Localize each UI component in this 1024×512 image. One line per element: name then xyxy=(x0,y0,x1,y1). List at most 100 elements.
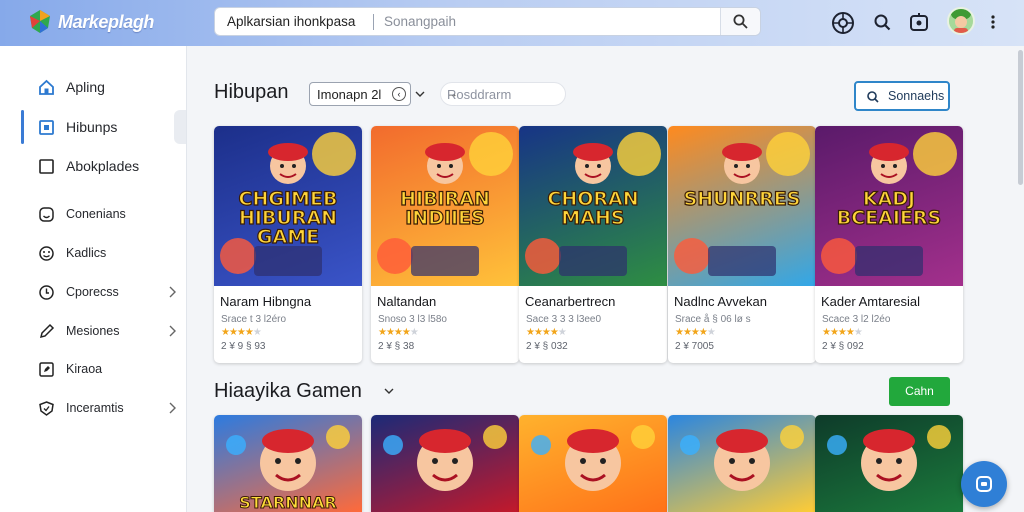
sort-dropdown-value: Imonapn 2l xyxy=(317,87,382,102)
sidebar-item-conenians[interactable]: Conenians xyxy=(0,197,187,231)
game-card[interactable]: CHGIMEB HIBURAN GAME Naram Hibngna Srace t… xyxy=(214,126,362,363)
sidebar-item-apling[interactable]: Apling xyxy=(0,70,187,104)
search-action-button[interactable]: Sonnaehs xyxy=(854,81,950,111)
notification-icon[interactable] xyxy=(906,10,932,36)
avatar[interactable] xyxy=(947,7,975,35)
square-box-icon xyxy=(39,120,54,135)
game-card[interactable] xyxy=(371,415,519,512)
game-card[interactable]: STARNNAR xyxy=(214,415,362,512)
game-subtitle: Srace t 3 l2éro xyxy=(221,314,287,325)
filter-input[interactable]: Rosddrarm → xyxy=(440,82,566,106)
search-divider xyxy=(373,14,374,30)
game-card[interactable] xyxy=(668,415,816,512)
game-art-title: STARNNAR xyxy=(239,493,337,512)
sidebar: Apling Hibunps Abokplades Conenians Kadl… xyxy=(0,46,187,512)
pencil-icon xyxy=(39,323,55,339)
game-art-shapes xyxy=(531,425,655,491)
game-art-shapes xyxy=(680,425,804,491)
download-count: 2 ¥ 9 § 93 xyxy=(221,341,266,352)
search-secondary-field[interactable]: Sonangpaih xyxy=(384,14,456,29)
search-icon xyxy=(733,14,748,29)
chevron-down-icon[interactable] xyxy=(414,90,426,98)
scrollbar-thumb[interactable] xyxy=(1018,50,1023,185)
chevron-right-icon[interactable] xyxy=(167,324,177,338)
star-rating: ★★★★★ xyxy=(675,327,716,338)
sidebar-item-inceramtis[interactable]: Inceramtis xyxy=(0,391,187,425)
sidebar-item-hibunps[interactable]: Hibunps xyxy=(0,110,187,144)
sidebar-item-label: Apling xyxy=(66,79,105,95)
game-art-shapes xyxy=(827,425,951,491)
avatar-image xyxy=(949,9,973,33)
game-title[interactable]: Kader Amtaresial xyxy=(821,294,920,309)
download-count: 2 ¥ § 032 xyxy=(526,341,568,352)
game-card[interactable]: CHORAN MAHS Ceanarbertrecn Sace 3 3 3 l3ee… xyxy=(519,126,667,363)
game-art-title: SHUNRRES xyxy=(683,188,801,210)
chevron-down-icon[interactable] xyxy=(383,387,395,395)
section-title: Hibupan xyxy=(214,81,289,103)
shield-icon xyxy=(39,401,54,416)
sidebar-item-label: Inceramtis xyxy=(66,401,124,415)
game-subtitle: Srace å § 06 lø s xyxy=(675,314,751,325)
active-highlight xyxy=(174,110,186,144)
search-icon[interactable] xyxy=(870,10,896,36)
sidebar-item-cporecss[interactable]: Cporecss xyxy=(0,275,187,309)
sidebar-item-label: Hibunps xyxy=(66,119,118,135)
game-title[interactable]: Ceanarbertrecn xyxy=(525,294,615,309)
game-card[interactable] xyxy=(519,415,667,512)
sidebar-item-label: Cporecss xyxy=(66,285,119,299)
game-card[interactable]: KADJ BCEAIERS Kader Amtaresial Scace 3 l2 … xyxy=(815,126,963,363)
sidebar-item-kiraoa[interactable]: Kiraoa xyxy=(0,352,187,386)
sidebar-item-kadlics[interactable]: Kadlics xyxy=(0,236,187,270)
game-art-title: CHORAN MAHS xyxy=(547,188,639,229)
globe-settings-icon[interactable] xyxy=(830,10,856,36)
dropdown-toggle-icon: ‹ xyxy=(392,87,406,101)
game-art-title: KADJ BCEAIERS xyxy=(836,188,942,229)
game-card[interactable]: HIBIRAN INDIIES Naltandan Snoso 3 l3 l58o ★… xyxy=(371,126,519,363)
game-art-shapes xyxy=(383,425,507,491)
sort-dropdown[interactable]: Imonapn 2l ‹ xyxy=(309,82,411,106)
edit-box-icon xyxy=(39,362,54,377)
smiley-icon xyxy=(39,207,54,222)
game-subtitle: Sace 3 3 3 l3ee0 xyxy=(526,314,602,325)
game-card-artwork[interactable]: KADJ BCEAIERS xyxy=(815,126,963,286)
search-action-label: Sonnaehs xyxy=(888,89,945,103)
game-title[interactable]: Naram Hibngna xyxy=(220,294,311,309)
sidebar-item-abokplades[interactable]: Abokplades xyxy=(0,149,187,183)
brand-logo-icon[interactable] xyxy=(28,8,52,34)
chevron-right-icon[interactable] xyxy=(167,401,177,415)
chat-icon xyxy=(976,476,992,492)
brand-name[interactable]: Markeplagh xyxy=(58,12,154,33)
checkbox-icon xyxy=(39,159,54,174)
chat-fab-button[interactable] xyxy=(961,461,1007,507)
green-action-button[interactable]: Cahn xyxy=(889,377,950,406)
game-art-title: CHGIMEB HIBURAN GAME xyxy=(238,188,338,248)
sidebar-item-mesiones[interactable]: Mesiones xyxy=(0,314,187,348)
search-button[interactable] xyxy=(720,8,760,35)
sidebar-item-label: Kiraoa xyxy=(66,362,103,376)
search-icon xyxy=(867,91,879,103)
section-title-2: Hiaayika Gamen xyxy=(214,380,362,402)
download-count: 2 ¥ § 092 xyxy=(822,341,864,352)
game-card[interactable] xyxy=(815,415,963,512)
more-options-icon[interactable] xyxy=(986,12,1000,32)
game-subtitle: Snoso 3 l3 l58o xyxy=(378,314,447,325)
game-card[interactable]: SHUNRRES Nadlnc Avvekan Srace å § 06 lø s ★… xyxy=(668,126,816,363)
search-bar[interactable]: Aplkarsian ihonkpasa Sonangpaih xyxy=(214,7,761,36)
game-title[interactable]: Nadlnc Avvekan xyxy=(674,294,767,309)
game-card-artwork[interactable]: HIBIRAN INDIIES xyxy=(371,126,519,286)
game-subtitle: Scace 3 l2 l2éo xyxy=(822,314,891,325)
search-input[interactable]: Aplkarsian ihonkpasa xyxy=(227,14,355,29)
star-rating: ★★★★★ xyxy=(378,327,419,338)
download-count: 2 ¥ 7005 xyxy=(675,341,714,352)
star-rating: ★★★★★ xyxy=(822,327,863,338)
game-card-artwork[interactable]: CHGIMEB HIBURAN GAME xyxy=(214,126,362,286)
game-title[interactable]: Naltandan xyxy=(377,294,436,309)
top-bar: Markeplagh Aplkarsian ihonkpasa Sonangpa… xyxy=(0,0,1024,46)
chevron-right-icon[interactable] xyxy=(167,285,177,299)
emoji-icon xyxy=(39,246,54,261)
clock-icon xyxy=(39,285,54,300)
game-card-artwork[interactable]: CHORAN MAHS xyxy=(519,126,667,286)
star-rating: ★★★★★ xyxy=(221,327,262,338)
game-card-artwork[interactable]: SHUNRRES xyxy=(668,126,816,286)
download-count: 2 ¥ § 38 xyxy=(378,341,415,352)
